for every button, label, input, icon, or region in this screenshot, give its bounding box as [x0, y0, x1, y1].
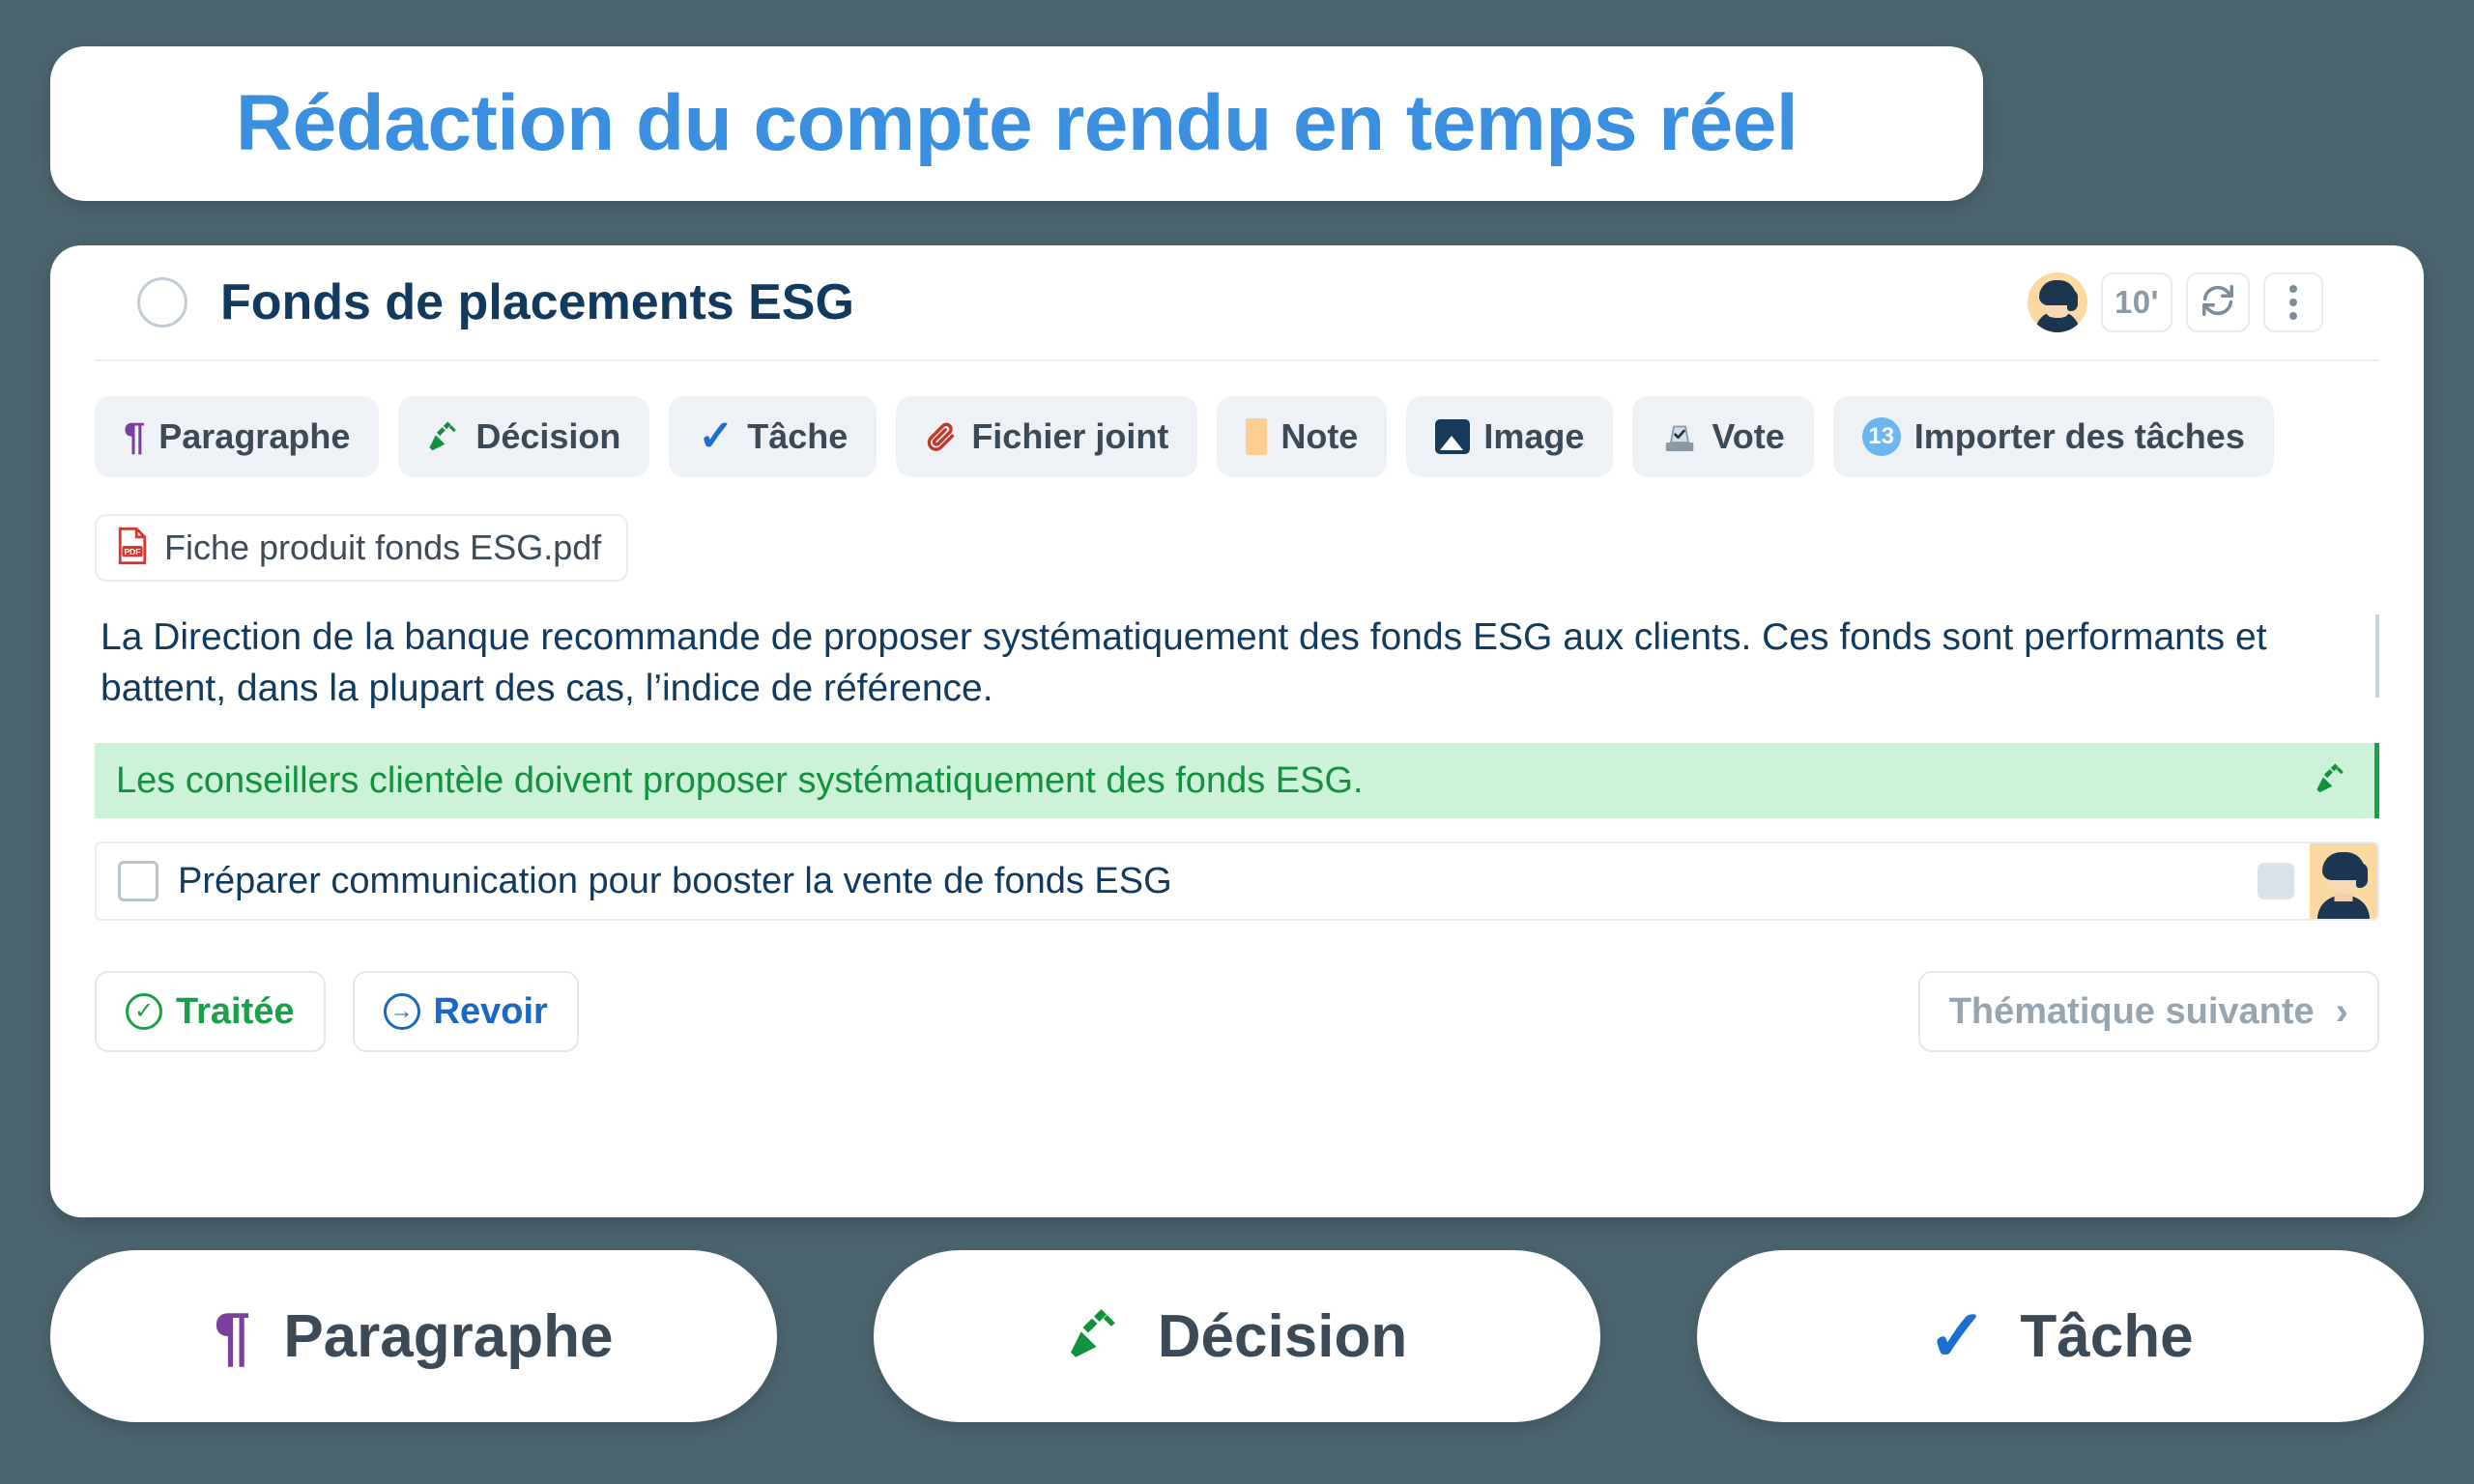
pilcrow-icon: ¶ — [214, 1299, 251, 1373]
badge-count-value: 13 — [1861, 417, 1901, 456]
toolbar-label-vote: Vote — [1712, 416, 1785, 456]
timer-label: 10' — [2114, 284, 2159, 320]
image-icon — [1435, 419, 1471, 454]
more-vertical-icon — [2289, 285, 2297, 320]
review-button[interactable]: → Revoir — [352, 971, 579, 1053]
avatar-hair-side — [2066, 290, 2078, 311]
paragraph-text: La Direction de la banque recommande de … — [101, 616, 2267, 709]
check-icon: ✓ — [698, 413, 734, 460]
toolbar-item-image[interactable]: Image — [1406, 396, 1614, 477]
pill-paragraphe[interactable]: ¶ Paragraphe — [50, 1250, 777, 1422]
meeting-topic-card: Fonds de placements ESG 10' ¶ Paragraphe… — [50, 245, 2424, 1217]
toolbar-item-vote[interactable]: Vote — [1632, 396, 1814, 477]
toolbar-item-importer-des-taches[interactable]: 13 Importer des tâches — [1832, 396, 2274, 477]
card-header-left: Fonds de placements ESG — [137, 273, 2028, 331]
processed-button[interactable]: ✓ Traitée — [95, 971, 326, 1053]
gavel-icon — [427, 419, 462, 454]
arrow-right-circle-icon: → — [383, 993, 420, 1031]
paperclip-icon — [925, 418, 958, 455]
toolbar-label-tache: Tâche — [747, 416, 849, 456]
gavel-icon — [1067, 1305, 1125, 1368]
bottom-action-pills: ¶ Paragraphe Décision ✓ Tâche — [50, 1250, 2424, 1422]
card-title: Fonds de placements ESG — [220, 274, 854, 330]
pill-label-paragraphe: Paragraphe — [283, 1302, 614, 1370]
vote-ballot-icon — [1661, 419, 1698, 454]
card-header-actions: 10' — [2027, 272, 2323, 332]
toolbar-label-paragraphe: Paragraphe — [158, 416, 351, 456]
toolbar-item-note[interactable]: Note — [1217, 396, 1388, 477]
pill-label-decision: Décision — [1157, 1302, 1408, 1370]
check-icon: ✓ — [1927, 1296, 1988, 1376]
next-topic-button[interactable]: Thématique suivante › — [1917, 971, 2379, 1053]
pdf-file-icon: PDF — [116, 527, 149, 570]
pill-label-tache: Tâche — [2020, 1302, 2194, 1370]
toolbar-label-fichier-joint: Fichier joint — [971, 416, 1169, 456]
card-content: PDF Fiche produit fonds ESG.pdf La Direc… — [50, 477, 2424, 922]
insert-toolbar: ¶ Paragraphe Décision ✓ Tâche Fichier jo — [50, 361, 2424, 477]
toolbar-item-paragraphe[interactable]: ¶ Paragraphe — [95, 396, 380, 477]
processed-label: Traitée — [176, 990, 295, 1032]
task-checkbox[interactable] — [118, 861, 158, 902]
gavel-icon — [2315, 761, 2349, 801]
task-placeholder-square[interactable] — [2258, 863, 2294, 900]
pill-decision[interactable]: Décision — [874, 1250, 1600, 1422]
task-assignee-avatar[interactable] — [2310, 843, 2377, 920]
badge-count-icon: 13 — [1861, 417, 1901, 456]
task-text: Préparer communication pour booster la v… — [178, 860, 1172, 901]
pilcrow-icon: ¶ — [124, 415, 146, 458]
chevron-right-icon: › — [2335, 989, 2348, 1033]
attachment-chip[interactable]: PDF Fiche produit fonds ESG.pdf — [95, 514, 629, 582]
toolbar-item-fichier-joint[interactable]: Fichier joint — [896, 396, 1198, 477]
refresh-button[interactable] — [2186, 272, 2250, 332]
timer-badge[interactable]: 10' — [2100, 272, 2172, 332]
topic-status-circle[interactable] — [137, 277, 187, 328]
toolbar-item-tache[interactable]: ✓ Tâche — [669, 396, 877, 477]
paragraph-accent-bar — [2375, 614, 2379, 698]
toolbar-label-image: Image — [1483, 416, 1585, 456]
card-footer: ✓ Traitée → Revoir Thématique suivante › — [50, 921, 2424, 1053]
toolbar-item-decision[interactable]: Décision — [398, 396, 650, 477]
toolbar-label-decision: Décision — [475, 416, 621, 456]
svg-text:PDF: PDF — [125, 547, 141, 556]
note-icon — [1246, 418, 1268, 455]
next-topic-label: Thématique suivante — [1948, 990, 2315, 1032]
toolbar-label-note: Note — [1280, 416, 1359, 456]
more-options-button[interactable] — [2263, 272, 2323, 332]
toolbar-label-importer-des-taches: Importer des tâches — [1913, 416, 2245, 456]
decision-row[interactable]: Les conseillers clientèle doivent propos… — [95, 743, 2379, 819]
check-circle-icon: ✓ — [126, 993, 162, 1031]
attachment-filename: Fiche produit fonds ESG.pdf — [164, 528, 602, 567]
pill-tache[interactable]: ✓ Tâche — [1697, 1250, 2424, 1422]
task-row[interactable]: Préparer communication pour booster la v… — [95, 842, 2379, 922]
refresh-icon — [2200, 282, 2236, 324]
review-label: Revoir — [433, 990, 548, 1032]
card-header: Fonds de placements ESG 10' — [95, 245, 2379, 361]
paragraph-block[interactable]: La Direction de la banque recommande de … — [95, 609, 2379, 718]
banner-title: Rédaction du compte rendu en temps réel — [235, 79, 1798, 167]
task-avatar-hair-side — [2356, 863, 2368, 889]
title-banner: Rédaction du compte rendu en temps réel — [50, 46, 1983, 201]
decision-text: Les conseillers clientèle doivent propos… — [116, 759, 1364, 801]
avatar — [2027, 272, 2087, 332]
